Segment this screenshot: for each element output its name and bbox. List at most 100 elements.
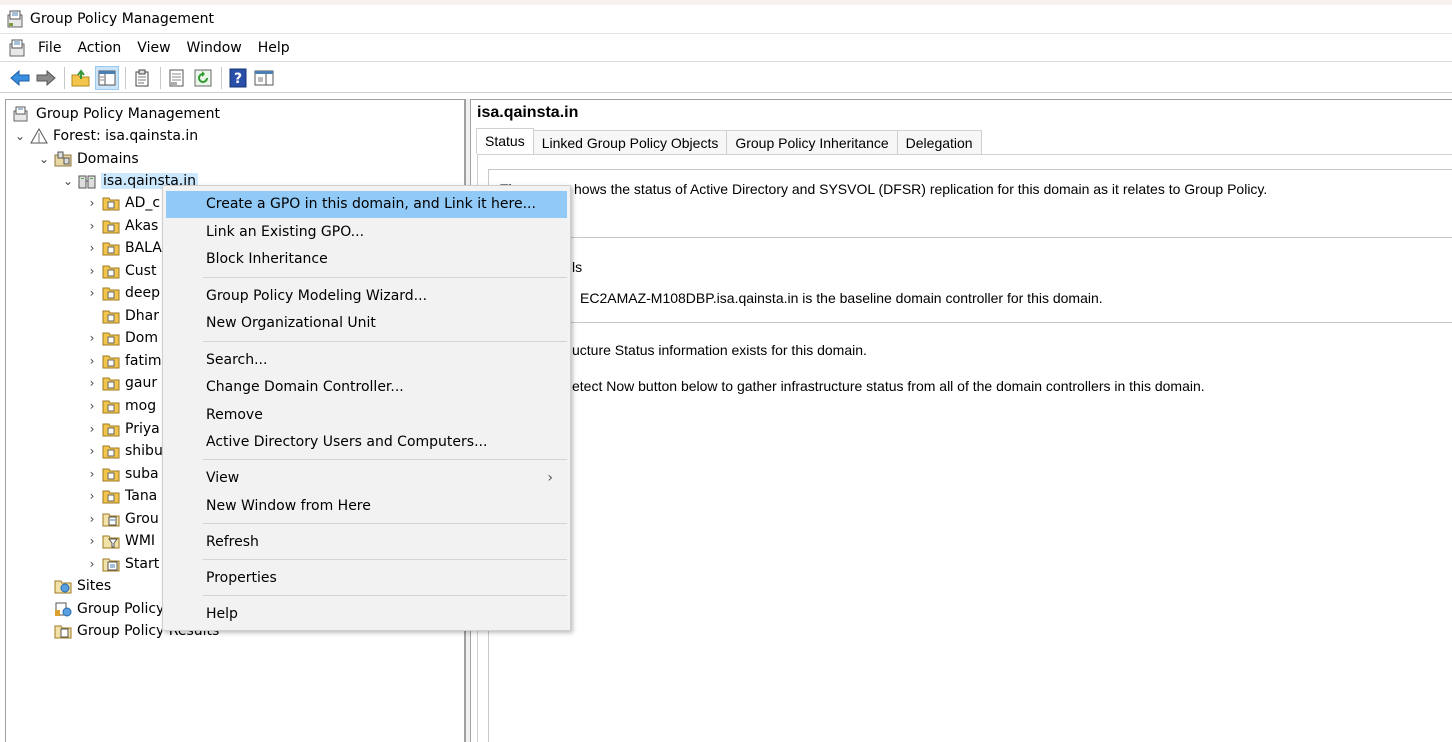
tree-node-ou[interactable]: › deep bbox=[85, 282, 160, 304]
menu-view[interactable]: View bbox=[129, 36, 178, 60]
collapse-chevron-icon[interactable]: ⌄ bbox=[61, 174, 75, 188]
menu-link-existing-gpo[interactable]: Link an Existing GPO... bbox=[166, 219, 567, 246]
menu-block-inheritance[interactable]: Block Inheritance bbox=[166, 246, 567, 273]
tree-label: Sites bbox=[77, 578, 112, 594]
tree-node-ou[interactable]: › gaur bbox=[85, 372, 158, 394]
menu-view-label: View bbox=[206, 470, 240, 486]
menu-refresh[interactable]: Refresh bbox=[166, 529, 567, 556]
tab-delegation[interactable]: Delegation bbox=[896, 130, 982, 154]
section-divider bbox=[488, 169, 1452, 170]
menu-file[interactable]: File bbox=[30, 36, 69, 60]
tree-label: Domains bbox=[77, 151, 139, 167]
tree-node-wmi[interactable]: › WMI bbox=[85, 530, 155, 552]
menu-separator bbox=[203, 595, 567, 596]
ou-folder-icon bbox=[102, 445, 120, 459]
tree-node-ou[interactable]: › Priya bbox=[85, 418, 160, 440]
menu-modeling-wizard[interactable]: Group Policy Modeling Wizard... bbox=[166, 283, 567, 310]
tree-node-ou[interactable]: › Tana bbox=[85, 485, 158, 507]
tree-node-ou[interactable]: › Dom bbox=[85, 327, 158, 349]
menu-remove[interactable]: Remove bbox=[166, 402, 567, 429]
export-list-button[interactable] bbox=[165, 66, 189, 90]
system-menu-icon[interactable] bbox=[8, 38, 28, 58]
ou-folder-icon bbox=[102, 265, 120, 279]
action-pane-button[interactable] bbox=[252, 66, 276, 90]
ou-folder-icon bbox=[102, 310, 120, 324]
expand-chevron-icon[interactable]: › bbox=[85, 467, 99, 481]
expand-chevron-icon[interactable]: › bbox=[85, 219, 99, 233]
clipboard-button[interactable] bbox=[130, 66, 154, 90]
tree-node-ou[interactable]: › suba bbox=[85, 463, 159, 485]
toolbar-separator bbox=[64, 66, 65, 89]
tree-label: Grou bbox=[125, 511, 159, 527]
expand-chevron-icon[interactable]: › bbox=[85, 196, 99, 210]
expand-chevron-icon[interactable]: › bbox=[85, 444, 99, 458]
expand-chevron-icon[interactable]: › bbox=[85, 241, 99, 255]
tree-label: Cust bbox=[125, 263, 157, 279]
menu-view[interactable]: View › bbox=[166, 465, 567, 492]
expand-chevron-icon[interactable]: › bbox=[85, 557, 99, 571]
sites-icon bbox=[54, 580, 72, 594]
menu-properties[interactable]: Properties bbox=[166, 565, 567, 592]
menu-new-ou[interactable]: New Organizational Unit bbox=[166, 310, 567, 337]
forward-arrow-icon bbox=[36, 69, 56, 86]
menu-separator bbox=[203, 341, 567, 342]
action-pane-icon bbox=[254, 70, 274, 85]
menu-aduc[interactable]: Active Directory Users and Computers... bbox=[166, 429, 567, 456]
ou-folder-icon bbox=[102, 490, 120, 504]
expand-chevron-icon[interactable]: › bbox=[85, 534, 99, 548]
domains-icon bbox=[54, 151, 72, 167]
menu-change-dc[interactable]: Change Domain Controller... bbox=[166, 374, 567, 401]
menu-action[interactable]: Action bbox=[69, 36, 129, 60]
menu-window[interactable]: Window bbox=[179, 36, 250, 60]
tree-node-ou[interactable]: › AD_c bbox=[85, 192, 160, 214]
tab-linked-gpos[interactable]: Linked Group Policy Objects bbox=[532, 130, 728, 154]
expand-chevron-icon[interactable]: › bbox=[85, 354, 99, 368]
tree-node-domains[interactable]: ⌄ Domains bbox=[37, 148, 139, 170]
tree-node-ou[interactable]: › fatim bbox=[85, 350, 162, 372]
menu-create-gpo-link[interactable]: Create a GPO in this domain, and Link it… bbox=[166, 191, 567, 218]
tree-node-modeling[interactable]: Group Policy bbox=[51, 598, 164, 620]
tree-node-starter[interactable]: › Start bbox=[85, 553, 160, 575]
expand-chevron-icon[interactable]: › bbox=[85, 489, 99, 503]
tree-node-ou[interactable]: › Akas bbox=[85, 215, 159, 237]
tree-node-forest[interactable]: ⌄ Forest: isa.qainsta.in bbox=[13, 125, 198, 147]
tree-node-ou[interactable]: › BALA bbox=[85, 237, 162, 259]
show-hide-tree-button[interactable] bbox=[95, 65, 119, 90]
ou-folder-icon bbox=[102, 287, 120, 301]
section-divider bbox=[488, 237, 1452, 238]
expand-chevron-icon[interactable]: › bbox=[85, 376, 99, 390]
collapse-chevron-icon[interactable]: ⌄ bbox=[13, 129, 27, 143]
expand-chevron-icon[interactable]: › bbox=[85, 422, 99, 436]
tree-node-ou[interactable]: › mog bbox=[85, 395, 157, 417]
back-button[interactable] bbox=[8, 66, 32, 90]
tab-status[interactable]: Status bbox=[476, 128, 534, 154]
tree-label: mog bbox=[125, 398, 157, 414]
menu-new-window[interactable]: New Window from Here bbox=[166, 493, 567, 520]
tree-node-ou[interactable]: Dhar bbox=[85, 305, 159, 327]
menu-help[interactable]: Help bbox=[250, 36, 298, 60]
expand-chevron-icon[interactable]: › bbox=[85, 264, 99, 278]
expand-chevron-icon[interactable]: › bbox=[85, 399, 99, 413]
menu-search[interactable]: Search... bbox=[166, 347, 567, 374]
expand-chevron-icon[interactable]: › bbox=[85, 512, 99, 526]
tree-node-root[interactable]: Group Policy Management bbox=[10, 103, 220, 125]
svg-text:?: ? bbox=[234, 71, 242, 87]
help-button[interactable]: ? bbox=[226, 66, 250, 90]
expand-chevron-icon[interactable]: › bbox=[85, 331, 99, 345]
tree-node-ou[interactable]: › shibu bbox=[85, 440, 163, 462]
details-title: isa.qainsta.in bbox=[477, 104, 579, 121]
refresh-button[interactable] bbox=[191, 66, 215, 90]
ou-folder-icon bbox=[102, 400, 120, 414]
tree-node-ou[interactable]: › Cust bbox=[85, 260, 157, 282]
up-level-button[interactable] bbox=[69, 66, 93, 90]
tree-label: Priya bbox=[125, 421, 160, 437]
menu-help[interactable]: Help bbox=[166, 601, 567, 628]
collapse-chevron-icon[interactable]: ⌄ bbox=[37, 152, 51, 166]
expand-chevron-icon[interactable]: › bbox=[85, 286, 99, 300]
show-hide-console-tree-icon bbox=[98, 70, 116, 85]
tree-node-sites[interactable]: Sites bbox=[51, 575, 111, 597]
forward-button[interactable] bbox=[34, 66, 58, 90]
tree-node-gpo-container[interactable]: › Grou bbox=[85, 508, 159, 530]
tab-inheritance[interactable]: Group Policy Inheritance bbox=[726, 130, 898, 154]
details-heading-fragment: ls bbox=[572, 259, 583, 275]
